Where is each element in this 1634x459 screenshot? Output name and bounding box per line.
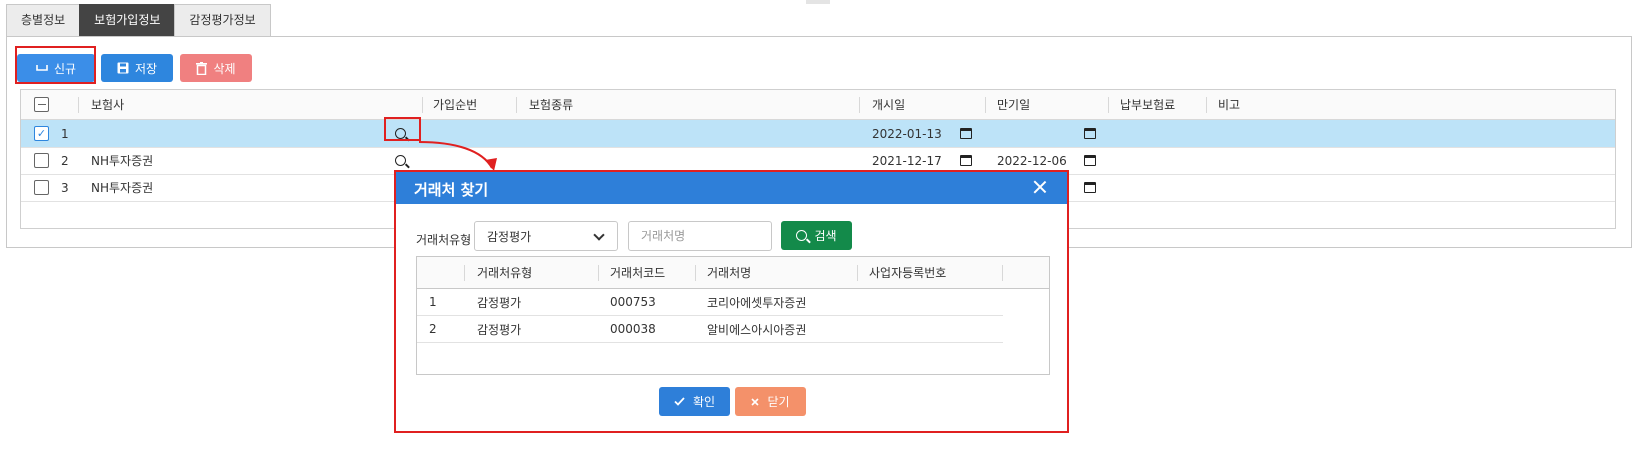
confirm-button-label: 확인	[692, 395, 716, 409]
calendar-icon	[1084, 128, 1096, 139]
tab-appraisal-info[interactable]: 감정평가정보	[174, 4, 271, 37]
grid-header: 보험사 가입순번 보험종류 개시일 만기일 납부보험료 비고	[21, 90, 1615, 120]
col-header-end-date[interactable]: 만기일	[997, 90, 1030, 119]
vendor-name-cell: 코리아에셋투자증권	[707, 295, 807, 310]
vendor-name-cell: 알비에스아시아증권	[707, 322, 807, 337]
col-header-premium[interactable]: 납부보험료	[1120, 90, 1175, 119]
tab-insurance-info[interactable]: 보험가입정보	[79, 4, 176, 37]
search-icon	[395, 128, 406, 139]
table-row[interactable]: 1 감정평가 000753 코리아에셋투자증권	[417, 289, 1003, 316]
vendor-type-value: 감정평가	[487, 229, 532, 244]
close-icon[interactable]	[1033, 180, 1047, 194]
save-button-label: 저장	[134, 61, 158, 76]
vendor-type-cell: 감정평가	[477, 295, 522, 310]
insurer-cell[interactable]: NH투자증권	[91, 174, 153, 201]
end-date-calendar-button[interactable]	[1084, 120, 1096, 147]
trash-icon	[196, 61, 208, 75]
top-drag-handle	[806, 0, 830, 4]
end-date-calendar-button[interactable]	[1084, 174, 1096, 201]
calendar-icon	[960, 128, 972, 139]
row-number: 1	[429, 295, 437, 309]
floppy-icon	[117, 62, 129, 74]
start-date-cell[interactable]: 2022-01-13	[872, 120, 942, 147]
vendor-type-cell: 감정평가	[477, 322, 522, 337]
chevron-down-icon	[593, 229, 605, 241]
search-button-label: 검색	[814, 229, 837, 243]
col-header-vendor-type[interactable]: 거래처유형	[477, 257, 532, 288]
vendor-grid-header: 거래처유형 거래처코드 거래처명 사업자등록번호	[417, 257, 1049, 289]
space-icon	[36, 65, 48, 71]
col-header-note[interactable]: 비고	[1218, 90, 1240, 119]
search-button[interactable]: 검색	[781, 221, 852, 250]
calendar-icon	[1084, 182, 1096, 193]
tab-bar: 층별정보 보험가입정보 감정평가정보	[6, 4, 271, 37]
save-button[interactable]: 저장	[101, 54, 173, 82]
dialog-title: 거래처 찾기	[414, 181, 489, 199]
start-date-calendar-button[interactable]	[960, 120, 972, 147]
tab-floor-info[interactable]: 층별정보	[6, 4, 81, 37]
close-button-label: 닫기	[767, 395, 790, 409]
row-checkbox[interactable]	[34, 153, 49, 168]
col-header-vendor-code[interactable]: 거래처코드	[610, 257, 665, 288]
vendor-code-cell: 000038	[610, 322, 656, 336]
vendor-type-select[interactable]: 감정평가	[474, 221, 618, 251]
search-icon	[796, 230, 808, 241]
col-header-biz-reg-no[interactable]: 사업자등록번호	[869, 257, 946, 288]
dialog-header: 거래처 찾기	[396, 172, 1067, 204]
table-row[interactable]: 2 감정평가 000038 알비에스아시아증권	[417, 316, 1003, 343]
check-icon	[674, 397, 685, 406]
row-number: 2	[429, 322, 437, 336]
table-row[interactable]: ✓ 1 2022-01-13	[21, 120, 1615, 148]
col-header-join-seq[interactable]: 가입순번	[433, 90, 477, 119]
insurer-cell[interactable]: NH투자증권	[91, 147, 153, 174]
check-icon: ✓	[36, 127, 47, 140]
delete-button-label: 삭제	[213, 61, 236, 76]
vendor-code-cell: 000753	[610, 295, 656, 309]
col-header-vendor-name[interactable]: 거래처명	[707, 257, 751, 288]
select-all-cell	[34, 90, 49, 119]
x-icon	[751, 397, 760, 406]
end-date-calendar-button[interactable]	[1084, 147, 1096, 174]
new-button-label: 신규	[53, 61, 77, 76]
search-icon	[395, 155, 406, 166]
row-number: 1	[61, 126, 69, 141]
col-header-start-date[interactable]: 개시일	[872, 90, 905, 119]
col-header-insurance-type[interactable]: 보험종류	[529, 90, 573, 119]
vendor-type-label: 거래처유형	[416, 233, 472, 247]
row-number: 2	[61, 153, 69, 168]
row-checkbox[interactable]	[34, 180, 49, 195]
vendor-name-input[interactable]	[628, 221, 772, 251]
vendor-search-dialog: 거래처 찾기 거래처유형 감정평가 검색 거래처유형 거래처코드 거래처명 사업…	[394, 170, 1069, 433]
insurer-search-button[interactable]	[395, 120, 406, 147]
calendar-icon	[1084, 155, 1096, 166]
select-all-checkbox[interactable]	[34, 97, 49, 112]
confirm-button[interactable]: 확인	[659, 387, 730, 416]
close-button[interactable]: 닫기	[735, 387, 806, 416]
row-number: 3	[61, 180, 69, 195]
vendor-grid: 거래처유형 거래처코드 거래처명 사업자등록번호 1 감정평가 000753 코…	[416, 256, 1050, 375]
new-button[interactable]: 신규	[17, 54, 95, 82]
col-header-insurer[interactable]: 보험사	[91, 90, 124, 119]
delete-button[interactable]: 삭제	[180, 54, 252, 82]
calendar-icon	[960, 155, 972, 166]
minus-icon	[37, 103, 46, 106]
row-checkbox[interactable]: ✓	[34, 126, 49, 141]
